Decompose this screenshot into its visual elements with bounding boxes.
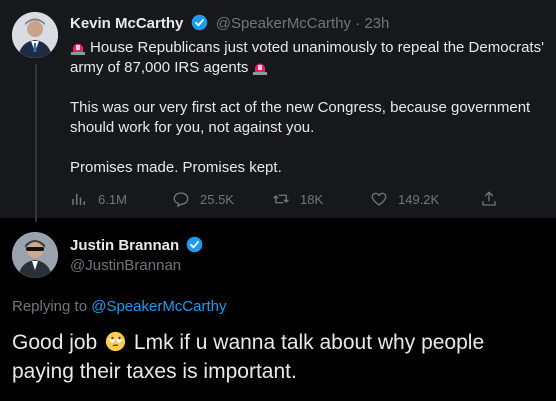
tweet-header: Kevin McCarthy @SpeakerMcCarthy · 23h: [70, 14, 389, 35]
author-handle[interactable]: @SpeakerMcCarthy: [216, 15, 351, 32]
reply-count: 25.5K: [200, 191, 234, 207]
replying-to: Replying to @SpeakerMcCarthy: [12, 298, 227, 315]
views-icon: [72, 193, 85, 205]
like-count: 149.2K: [398, 191, 440, 207]
share-button[interactable]: [480, 190, 498, 208]
retweet-count: 18K: [300, 191, 324, 207]
original-tweet[interactable]: Kevin McCarthy @SpeakerMcCarthy · 23h Ho…: [0, 0, 556, 218]
verified-badge-icon: [191, 14, 208, 35]
retweet-icon: [273, 194, 289, 204]
tweet-time[interactable]: 23h: [364, 15, 389, 32]
separator: ·: [355, 15, 361, 32]
reply-author-name[interactable]: Justin Brannan: [70, 237, 179, 254]
reply-icon: [173, 192, 189, 208]
views-count: 6.1M: [98, 191, 127, 207]
retweet-button[interactable]: 18K: [272, 190, 323, 208]
tweet-line-1: House Republicans just voted unanimously…: [70, 38, 550, 78]
rolling-eyes-emoji: [105, 331, 126, 352]
share-icon: [482, 191, 496, 206]
like-button[interactable]: 149.2K: [370, 190, 439, 208]
thread-line: [35, 64, 37, 222]
tweet-actions: 6.1M 25.5K 18K 149.2K: [70, 190, 510, 210]
reply-avatar[interactable]: [12, 232, 58, 278]
replying-prefix: Replying to: [12, 298, 88, 315]
reply-text: Good job Lmk if u wanna talk about why p…: [12, 328, 547, 386]
tweet-text: House Republicans just voted unanimously…: [70, 38, 550, 178]
tweet-line-2: This was our very first act of the new C…: [70, 99, 531, 136]
views-button[interactable]: 6.1M: [70, 190, 127, 208]
siren-icon: [70, 39, 86, 55]
reply-author-handle[interactable]: @JustinBrannan: [70, 257, 181, 274]
tweet-line-3: Promises made. Promises kept.: [70, 159, 282, 176]
verified-badge-icon: [186, 236, 203, 257]
tweet-line-1-text: House Republicans just voted unanimously…: [70, 39, 544, 76]
siren-icon: [252, 59, 268, 75]
author-name[interactable]: Kevin McCarthy: [70, 15, 183, 32]
reply-button[interactable]: 25.5K: [172, 190, 234, 208]
like-icon: [371, 192, 387, 206]
reply-text-start: Good job: [12, 331, 98, 354]
replying-to-link[interactable]: @SpeakerMcCarthy: [91, 298, 226, 315]
reply-header: Justin Brannan: [70, 236, 207, 257]
avatar[interactable]: [12, 12, 58, 58]
